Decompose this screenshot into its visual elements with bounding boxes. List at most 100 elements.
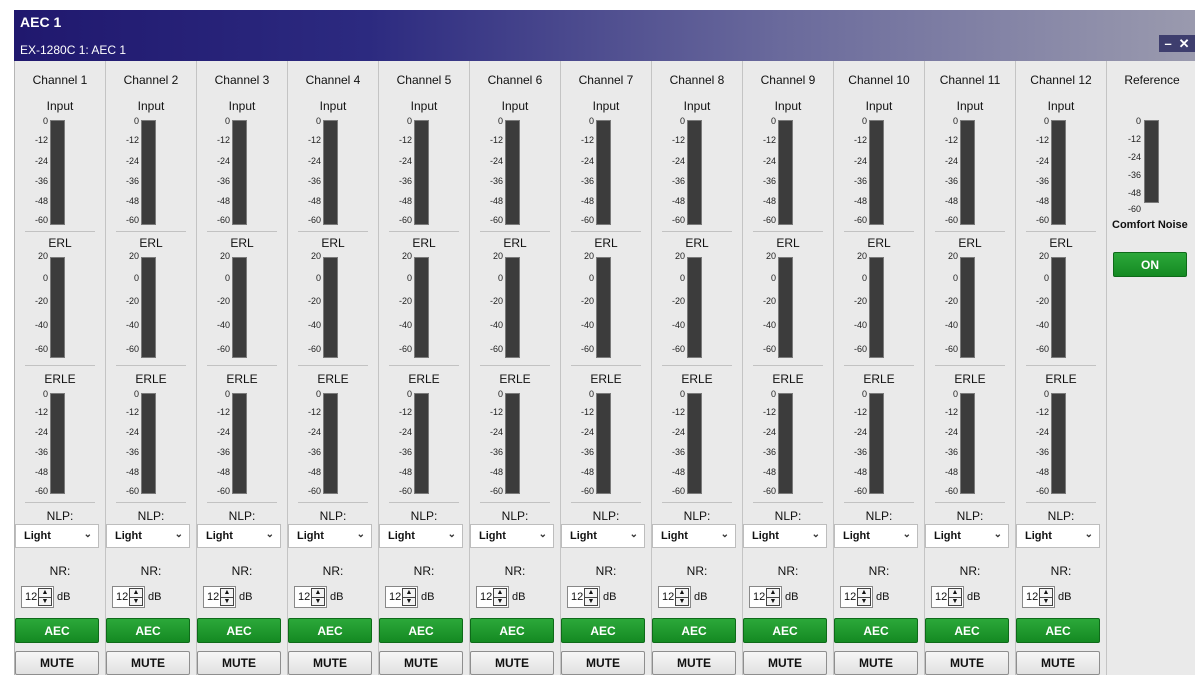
increment-icon[interactable]: ▲ [949, 589, 961, 598]
increment-icon[interactable]: ▲ [676, 589, 688, 598]
decrement-icon[interactable]: ▼ [1040, 598, 1052, 606]
mute-button[interactable]: MUTE [652, 651, 736, 675]
erl-meter [778, 257, 793, 358]
nr-stepper[interactable]: 12 ▲ ▼ [294, 586, 327, 608]
spinner-arrows-icon[interactable]: ▲ ▼ [1039, 588, 1053, 606]
decrement-icon[interactable]: ▼ [39, 598, 51, 606]
aec-toggle-button[interactable]: AEC [106, 618, 190, 643]
nlp-dropdown[interactable]: Light ⌄ [561, 524, 645, 548]
mute-button[interactable]: MUTE [834, 651, 918, 675]
nlp-dropdown[interactable]: Light ⌄ [470, 524, 554, 548]
nr-stepper[interactable]: 12 ▲ ▼ [931, 586, 964, 608]
mute-button[interactable]: MUTE [561, 651, 645, 675]
spinner-arrows-icon[interactable]: ▲ ▼ [584, 588, 598, 606]
nr-stepper[interactable]: 12 ▲ ▼ [658, 586, 691, 608]
aec-toggle-button[interactable]: AEC [379, 618, 463, 643]
increment-icon[interactable]: ▲ [585, 589, 597, 598]
aec-toggle-button[interactable]: AEC [652, 618, 736, 643]
mute-button[interactable]: MUTE [743, 651, 827, 675]
erle-tick-label: -12 [580, 407, 594, 417]
spinner-arrows-icon[interactable]: ▲ ▼ [311, 588, 325, 606]
decrement-icon[interactable]: ▼ [585, 598, 597, 606]
spinner-arrows-icon[interactable]: ▲ ▼ [38, 588, 52, 606]
nlp-dropdown[interactable]: Light ⌄ [925, 524, 1009, 548]
nlp-dropdown[interactable]: Light ⌄ [1016, 524, 1100, 548]
decrement-icon[interactable]: ▼ [949, 598, 961, 606]
aec-toggle-button[interactable]: AEC [561, 618, 645, 643]
chevron-down-icon: ⌄ [265, 529, 274, 540]
decrement-icon[interactable]: ▼ [858, 598, 870, 606]
nr-stepper[interactable]: 12 ▲ ▼ [21, 586, 54, 608]
spinner-arrows-icon[interactable]: ▲ ▼ [220, 588, 234, 606]
increment-icon[interactable]: ▲ [221, 589, 233, 598]
aec-toggle-button[interactable]: AEC [1016, 618, 1100, 643]
decrement-icon[interactable]: ▼ [403, 598, 415, 606]
nr-stepper[interactable]: 12 ▲ ▼ [476, 586, 509, 608]
input-tick-label: -24 [125, 156, 139, 166]
decrement-icon[interactable]: ▼ [676, 598, 688, 606]
decrement-icon[interactable]: ▼ [767, 598, 779, 606]
aec-toggle-button[interactable]: AEC [743, 618, 827, 643]
erle-tick-label: -24 [762, 427, 776, 437]
divider [116, 231, 186, 232]
nr-stepper[interactable]: 12 ▲ ▼ [840, 586, 873, 608]
nr-stepper[interactable]: 12 ▲ ▼ [1022, 586, 1055, 608]
channel-title: Channel 4 [305, 73, 361, 87]
mute-button[interactable]: MUTE [925, 651, 1009, 675]
decrement-icon[interactable]: ▼ [221, 598, 233, 606]
decrement-icon[interactable]: ▼ [130, 598, 142, 606]
erl-tick-label: -40 [489, 320, 503, 330]
aec-toggle-button[interactable]: AEC [925, 618, 1009, 643]
spinner-arrows-icon[interactable]: ▲ ▼ [129, 588, 143, 606]
close-icon[interactable]: ✕ [1179, 36, 1190, 52]
mute-button[interactable]: MUTE [197, 651, 281, 675]
nlp-dropdown[interactable]: Light ⌄ [834, 524, 918, 548]
mute-button[interactable]: MUTE [470, 651, 554, 675]
nr-stepper[interactable]: 12 ▲ ▼ [567, 586, 600, 608]
nr-stepper[interactable]: 12 ▲ ▼ [112, 586, 145, 608]
spinner-arrows-icon[interactable]: ▲ ▼ [948, 588, 962, 606]
mute-button[interactable]: MUTE [379, 651, 463, 675]
aec-toggle-button[interactable]: AEC [834, 618, 918, 643]
nr-stepper[interactable]: 12 ▲ ▼ [749, 586, 782, 608]
mute-button[interactable]: MUTE [15, 651, 99, 675]
erle-meter [232, 393, 247, 494]
mute-button[interactable]: MUTE [288, 651, 372, 675]
nlp-dropdown[interactable]: Light ⌄ [106, 524, 190, 548]
aec-toggle-button[interactable]: AEC [288, 618, 372, 643]
comfort-noise-on-button[interactable]: ON [1113, 252, 1187, 277]
nlp-dropdown[interactable]: Light ⌄ [379, 524, 463, 548]
spinner-arrows-icon[interactable]: ▲ ▼ [402, 588, 416, 606]
decrement-icon[interactable]: ▼ [494, 598, 506, 606]
nr-unit-label: dB [785, 591, 799, 603]
nr-stepper[interactable]: 12 ▲ ▼ [203, 586, 236, 608]
spinner-arrows-icon[interactable]: ▲ ▼ [493, 588, 507, 606]
nlp-dropdown[interactable]: Light ⌄ [197, 524, 281, 548]
nr-value: 12 [571, 591, 584, 603]
increment-icon[interactable]: ▲ [1040, 589, 1052, 598]
window-title-bar[interactable]: AEC 1 EX-1280C 1: AEC 1 – ✕ [14, 10, 1195, 61]
nlp-dropdown[interactable]: Light ⌄ [15, 524, 99, 548]
spinner-arrows-icon[interactable]: ▲ ▼ [766, 588, 780, 606]
nlp-dropdown[interactable]: Light ⌄ [743, 524, 827, 548]
erle-tick-label: -60 [580, 486, 594, 496]
nr-stepper[interactable]: 12 ▲ ▼ [385, 586, 418, 608]
spinner-arrows-icon[interactable]: ▲ ▼ [675, 588, 689, 606]
increment-icon[interactable]: ▲ [312, 589, 324, 598]
increment-icon[interactable]: ▲ [767, 589, 779, 598]
nlp-dropdown[interactable]: Light ⌄ [288, 524, 372, 548]
spinner-arrows-icon[interactable]: ▲ ▼ [857, 588, 871, 606]
aec-toggle-button[interactable]: AEC [197, 618, 281, 643]
increment-icon[interactable]: ▲ [403, 589, 415, 598]
increment-icon[interactable]: ▲ [39, 589, 51, 598]
increment-icon[interactable]: ▲ [130, 589, 142, 598]
aec-toggle-button[interactable]: AEC [470, 618, 554, 643]
nlp-dropdown[interactable]: Light ⌄ [652, 524, 736, 548]
mute-button[interactable]: MUTE [106, 651, 190, 675]
aec-toggle-button[interactable]: AEC [15, 618, 99, 643]
decrement-icon[interactable]: ▼ [312, 598, 324, 606]
increment-icon[interactable]: ▲ [494, 589, 506, 598]
increment-icon[interactable]: ▲ [858, 589, 870, 598]
mute-button[interactable]: MUTE [1016, 651, 1100, 675]
minimize-icon[interactable]: – [1164, 36, 1171, 51]
